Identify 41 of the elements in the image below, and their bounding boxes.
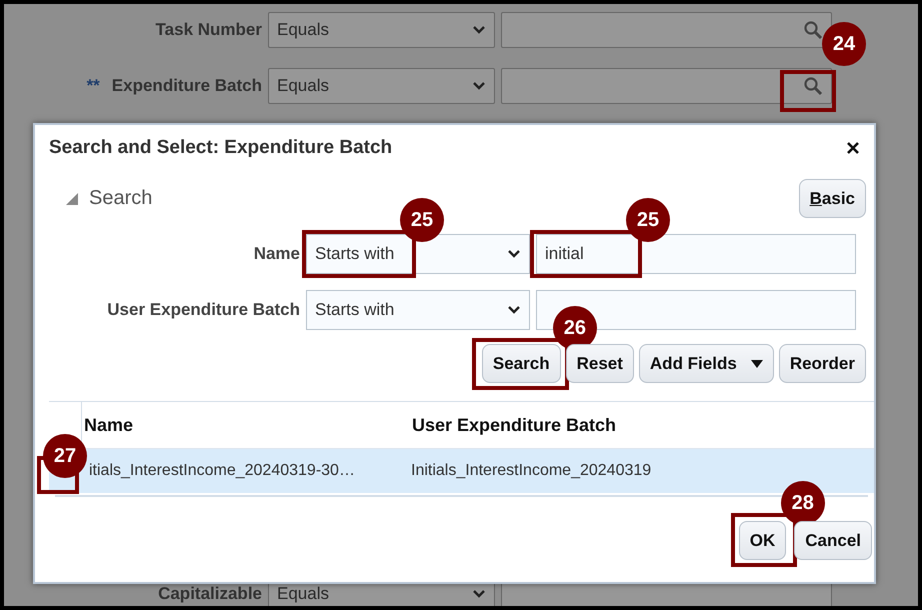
dropdown-caret-icon: [750, 360, 763, 368]
field-label: Expenditure Batch: [112, 76, 262, 96]
chevron-down-icon: [507, 305, 521, 315]
chevron-down-icon: [472, 25, 486, 35]
step-badge: 25: [626, 198, 670, 242]
search-icon[interactable]: [803, 20, 823, 40]
table-cell-text: Initials_InterestIncome_20240319: [410, 462, 652, 480]
chevron-down-icon: [507, 249, 521, 259]
operator-select[interactable]: Starts with: [306, 234, 530, 274]
field-label: Name: [254, 244, 300, 264]
action-button[interactable]: Reset: [566, 344, 634, 383]
operator-select[interactable]: Starts with: [306, 290, 530, 330]
action-button[interactable]: Add Fields: [638, 344, 774, 383]
dialog-button[interactable]: OK: [738, 521, 786, 560]
basic-button[interactable]: Basic: [798, 179, 866, 218]
expand-triangle-icon[interactable]: [65, 192, 79, 206]
field-label: Capitalizable: [158, 584, 262, 604]
operator-select[interactable]: Equals: [268, 12, 495, 48]
field-label: Task Number: [156, 20, 262, 40]
table-cell-text: itials_InterestIncome_20240319-30…: [88, 462, 356, 480]
field-label: User Expenditure Batch: [107, 300, 300, 320]
highlight-frame: [780, 70, 836, 112]
required-marker: **: [86, 76, 100, 96]
column-header[interactable]: User Expenditure Batch: [412, 414, 616, 436]
section-title: Search: [89, 187, 152, 210]
step-badge: 27: [43, 434, 87, 478]
step-badge: 25: [400, 198, 444, 242]
chevron-down-icon: [472, 81, 486, 91]
action-button[interactable]: Search: [482, 344, 561, 383]
dialog-title: Search and Select: Expenditure Batch: [49, 137, 392, 159]
operator-select[interactable]: Equals: [268, 68, 495, 104]
step-badge: 24: [822, 22, 866, 66]
action-button[interactable]: Reorder: [778, 344, 866, 383]
chevron-down-icon: [472, 589, 486, 599]
close-icon[interactable]: [846, 141, 860, 155]
value-field[interactable]: [501, 12, 832, 48]
input-field[interactable]: initial: [536, 234, 856, 274]
dialog-button[interactable]: Cancel: [794, 521, 872, 560]
column-header[interactable]: Name: [84, 414, 134, 436]
value-field[interactable]: [501, 68, 832, 104]
search-icon[interactable]: [803, 76, 823, 96]
